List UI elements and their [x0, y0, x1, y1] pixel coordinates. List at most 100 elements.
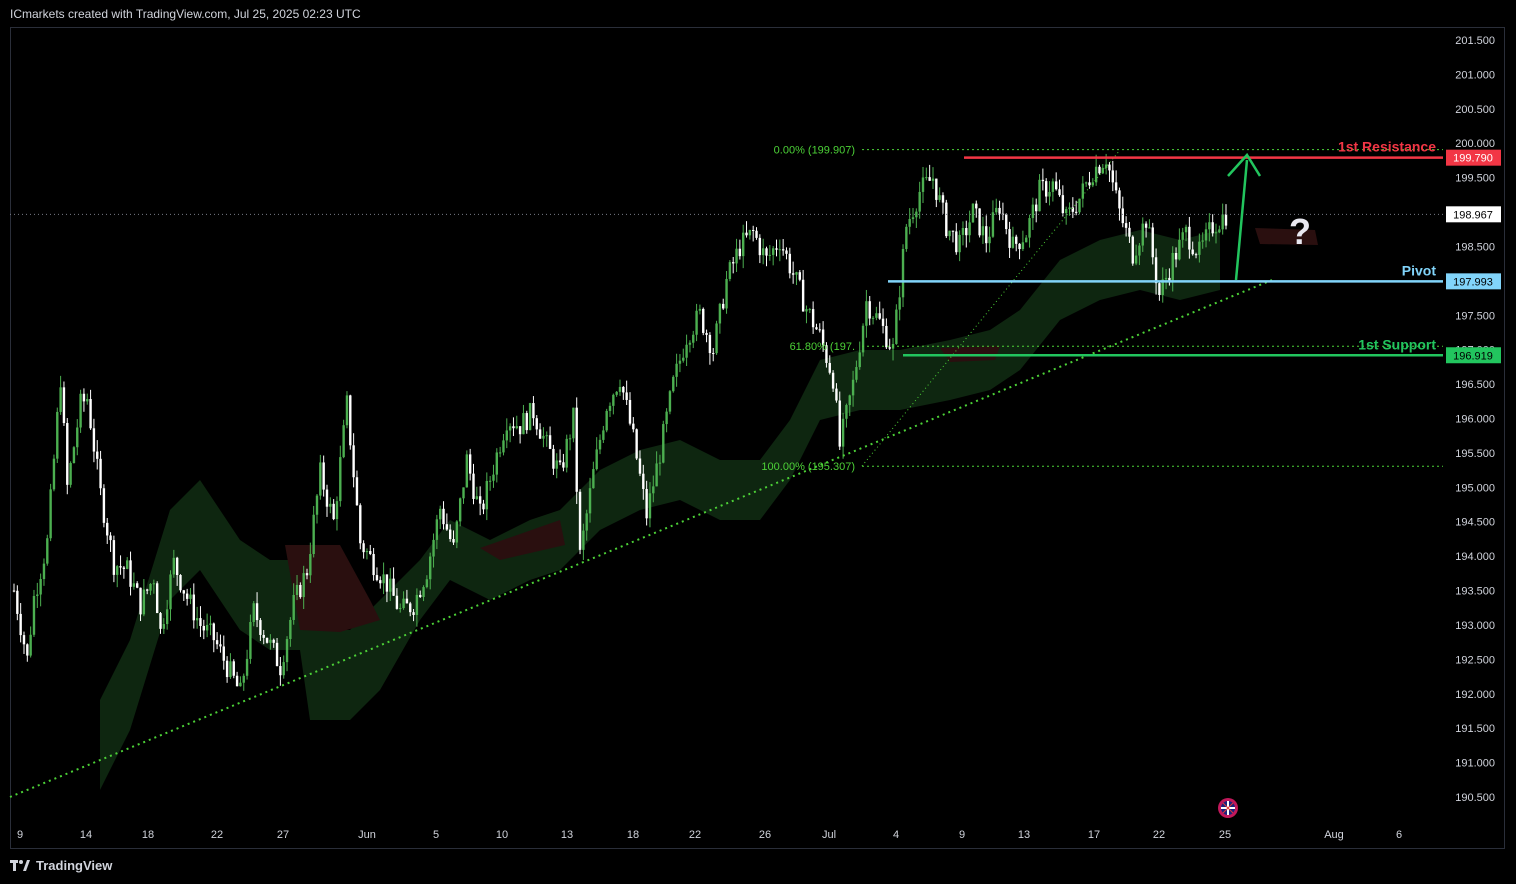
- candle-body: [692, 334, 695, 343]
- candle-body: [808, 309, 811, 311]
- x-tick-label: 25: [1219, 829, 1231, 841]
- candle-body: [232, 661, 235, 676]
- candle-body: [765, 248, 768, 256]
- candle-body: [658, 462, 662, 464]
- candle-body: [965, 228, 968, 236]
- candle-body: [718, 303, 722, 324]
- candle-body: [405, 598, 409, 604]
- candle-body: [885, 325, 888, 348]
- candle-body: [738, 248, 742, 257]
- candle-body: [12, 590, 16, 592]
- candle-body: [482, 503, 485, 510]
- candle-body: [309, 554, 312, 576]
- candle-body: [745, 232, 748, 236]
- candle-body: [458, 498, 462, 522]
- y-tick-label: 193.500: [1455, 586, 1495, 598]
- candle-body: [119, 566, 122, 568]
- candle-body: [109, 535, 112, 541]
- candle-body: [302, 573, 305, 598]
- candle-body: [861, 325, 865, 353]
- candle-body: [342, 425, 345, 458]
- candle-body: [518, 426, 522, 435]
- x-tick-label: Aug: [1324, 829, 1344, 841]
- candle-body: [775, 248, 778, 250]
- candle-body: [365, 551, 369, 553]
- candle-body: [86, 399, 89, 402]
- candle-body: [329, 503, 332, 507]
- candle-body: [385, 574, 389, 592]
- candle-body: [395, 595, 399, 609]
- candle-body: [548, 435, 552, 449]
- candle-body: [102, 488, 106, 523]
- candle-body: [838, 400, 841, 447]
- candle-body: [478, 496, 482, 504]
- candle-body: [702, 308, 705, 333]
- y-tick-label: 196.000: [1455, 414, 1495, 426]
- candle-body: [971, 203, 975, 223]
- y-tick-label: 192.500: [1455, 654, 1495, 666]
- candle-body: [66, 423, 69, 485]
- level-name-label: 1st Resistance: [1338, 139, 1436, 155]
- candle-body: [582, 530, 585, 550]
- y-tick-label: 190.500: [1455, 792, 1495, 804]
- candle-body: [672, 376, 675, 392]
- candle-body: [555, 460, 558, 469]
- candle-body: [1088, 182, 1091, 186]
- candle-body: [542, 435, 545, 439]
- candle-body: [831, 372, 835, 389]
- tradingview-brand[interactable]: TradingView: [10, 858, 112, 873]
- y-tick-label: 200.500: [1455, 104, 1495, 116]
- candle-body: [605, 410, 608, 431]
- candle-body: [1068, 207, 1071, 210]
- candle-body: [1121, 208, 1124, 224]
- x-tick-label: 13: [561, 829, 573, 841]
- candle-body: [1224, 214, 1228, 226]
- candle-body: [259, 620, 262, 635]
- candle-body: [1118, 190, 1121, 209]
- candle-body: [735, 248, 738, 264]
- candle-body: [185, 593, 189, 599]
- candle-body: [665, 411, 668, 425]
- time-axis[interactable]: 9 14 18 22 27 Jun 5 10 13 18 22 26 Jul 4 9 13 17 22 25 Aug 6: [17, 798, 1402, 841]
- candle-body: [92, 428, 96, 452]
- candle-body: [945, 202, 948, 237]
- candle-body: [139, 587, 142, 615]
- candle-body: [841, 418, 845, 447]
- candle-body: [748, 230, 752, 236]
- candle-body: [755, 230, 758, 238]
- candle-body: [848, 395, 851, 406]
- x-tick-label: Jul: [822, 829, 836, 841]
- candle-body: [1128, 227, 1131, 237]
- candle-body: [135, 583, 139, 588]
- candle-body: [855, 367, 858, 380]
- x-tick-label: 9: [17, 829, 23, 841]
- candle-body: [538, 429, 542, 439]
- candle-body: [352, 445, 355, 478]
- y-tick-label: 200.000: [1455, 138, 1495, 150]
- x-tick-label: 6: [1396, 829, 1402, 841]
- candle-body: [1098, 166, 1101, 174]
- candle-body: [315, 495, 319, 515]
- candle-body: [262, 634, 265, 638]
- candle-body: [49, 489, 52, 539]
- candle-body: [285, 639, 289, 663]
- y-tick-label: 196.500: [1455, 379, 1495, 391]
- candle-body: [495, 452, 499, 475]
- price-chart[interactable]: 201.500201.000200.500200.000199.500199.0…: [0, 0, 1516, 884]
- candle-body: [82, 393, 86, 402]
- candle-body: [1204, 229, 1208, 241]
- candle-body: [708, 334, 712, 354]
- candle-body: [871, 317, 875, 319]
- candle-body: [319, 462, 322, 496]
- candle-body: [608, 405, 612, 411]
- candle-body: [275, 642, 279, 667]
- uk-event-flag-icon: [1218, 798, 1238, 818]
- candle-body: [801, 279, 805, 312]
- candle-body: [325, 489, 329, 507]
- candle-body: [112, 540, 116, 575]
- candle-body: [312, 514, 315, 555]
- candle-body: [1141, 223, 1144, 246]
- candle-body: [289, 619, 292, 640]
- candle-body: [1074, 211, 1078, 213]
- candle-body: [46, 538, 49, 564]
